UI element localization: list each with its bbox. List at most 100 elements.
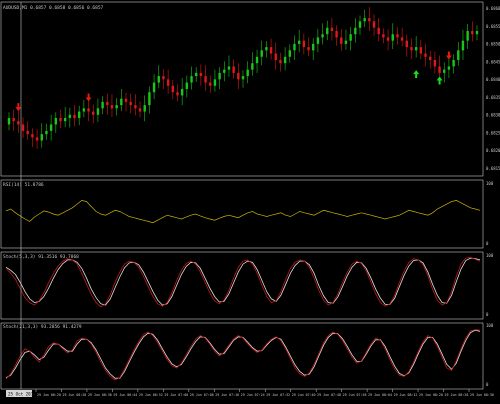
candle-body xyxy=(162,76,165,80)
candle-body xyxy=(457,50,460,60)
candle-body xyxy=(59,118,62,122)
time-label: 29 Jun 07:40 xyxy=(292,393,316,397)
candle-body xyxy=(279,60,282,64)
candle-body xyxy=(326,27,329,35)
candle-body xyxy=(199,72,203,77)
candle-body xyxy=(73,114,76,118)
time-label: 29 Jun 07:00 xyxy=(164,393,188,397)
candle-body xyxy=(7,118,11,125)
candle-body xyxy=(396,34,399,38)
candle-body xyxy=(218,72,221,80)
time-label: 29 Jun 08:20 xyxy=(419,393,443,397)
sell-arrow-icon xyxy=(445,51,452,60)
candle-body xyxy=(209,82,212,86)
candle-body xyxy=(410,47,413,51)
time-label: 29 Jun 07:48 xyxy=(317,393,341,397)
sell-arrow-icon xyxy=(85,93,92,102)
candle-body xyxy=(157,76,160,83)
candle-body xyxy=(152,82,156,93)
candle-body xyxy=(166,79,170,86)
time-label: 29 Jun 06:52 xyxy=(139,393,163,397)
price-label: 0.6825 xyxy=(486,130,500,135)
price-label: 0.6845 xyxy=(486,59,500,64)
buy-arrow-icon xyxy=(436,76,443,85)
candle-body xyxy=(45,130,48,135)
time-label: 29 Jun 06:36 xyxy=(88,393,112,397)
candle-body xyxy=(143,105,146,112)
candle-body xyxy=(260,50,263,57)
candle-body xyxy=(227,66,231,70)
sell-arrow-icon xyxy=(15,103,22,112)
candle-body xyxy=(49,124,53,131)
candle-body xyxy=(438,66,441,73)
candle-body xyxy=(358,21,362,28)
time-label: 29 Jun 06:28 xyxy=(62,393,86,397)
stoch1-signal-line xyxy=(5,257,481,306)
candle-body xyxy=(223,69,226,73)
candle-body xyxy=(452,60,455,67)
stochastic-slow-panel[interactable]: Stoch(21,3,3) 93.2856 91.4279 100 0 xyxy=(3,323,494,387)
stochastic-fast-panel[interactable]: Stoch(5,3,3) 91.3516 93.7868 100 0 xyxy=(3,253,494,317)
candle-body xyxy=(265,47,268,51)
candle-body xyxy=(213,79,217,86)
candle-body xyxy=(124,98,128,102)
candle-body xyxy=(424,53,427,57)
candle-body xyxy=(368,18,371,22)
candle-body xyxy=(232,66,235,73)
candle-body xyxy=(115,105,118,109)
candle-body xyxy=(297,40,301,44)
price-label: 0.6820 xyxy=(486,148,500,153)
candle-body xyxy=(443,69,446,73)
price-scale[interactable]: 0.6860 0.6855 0.6850 0.6845 0.6840 0.6835 0.68… xyxy=(486,6,500,171)
candle-body xyxy=(31,134,34,138)
rsi-panel[interactable]: RSI(14) 51.8786 100 0 xyxy=(3,181,494,246)
candle-body xyxy=(405,40,408,48)
candle-body xyxy=(12,118,15,122)
candle-body xyxy=(344,40,348,44)
candle-body xyxy=(377,27,380,35)
candle-body xyxy=(293,43,296,51)
candle-body xyxy=(419,47,423,54)
candle-body xyxy=(433,60,437,67)
time-label: 29 Jun 06:20 xyxy=(37,393,61,397)
candle-body xyxy=(429,56,432,60)
price-panel[interactable]: AUDUSD,M1 0.6857 0.6858 0.6856 0.6857 0.… xyxy=(3,5,500,171)
candle-body xyxy=(321,34,324,38)
current-time-badge-label: 25 Oct 2019 xyxy=(8,392,36,397)
price-label: 0.6850 xyxy=(486,42,500,47)
candle-body xyxy=(269,47,273,54)
candle-body xyxy=(129,101,132,106)
candle-body xyxy=(246,69,249,77)
candle-body xyxy=(316,37,320,44)
candle-body xyxy=(340,37,343,44)
candle-body xyxy=(255,56,259,64)
candle-body xyxy=(461,40,465,51)
candle-body xyxy=(106,101,109,106)
main-panel-frame xyxy=(0,1,484,177)
time-label: 29 Jun 08:28 xyxy=(445,393,469,397)
time-label: 29 Jun 06:44 xyxy=(113,393,137,397)
rsi-level-top: 100 xyxy=(486,181,494,186)
time-axis[interactable]: 25 Oct 2019 29 Jun 06:20 29 Jun 06:28 29 J… xyxy=(6,389,494,397)
candle-body xyxy=(195,72,198,77)
candle-body xyxy=(283,56,287,64)
candle-body xyxy=(349,34,352,41)
st2-panel-frame xyxy=(0,322,484,390)
stoch1-level-bottom: 0 xyxy=(486,312,489,317)
candle-body xyxy=(87,108,90,112)
time-label: 29 Jun 07:16 xyxy=(215,393,239,397)
candle-body xyxy=(68,114,72,118)
trading-chart-window[interactable]: AUDUSD,M1 0.6857 0.6858 0.6856 0.6857 0.… xyxy=(0,0,500,400)
time-label: 29 Jun 07:56 xyxy=(343,393,367,397)
candle-body xyxy=(21,124,25,131)
candle-body xyxy=(386,37,390,41)
rsi-line xyxy=(5,200,481,224)
candle-body xyxy=(180,89,184,96)
candle-body xyxy=(307,47,310,51)
chart-canvas[interactable]: AUDUSD,M1 0.6857 0.6858 0.6856 0.6857 0.… xyxy=(0,0,500,400)
candle-body xyxy=(372,21,376,28)
rsi-level-bottom: 0 xyxy=(486,241,489,246)
candle-body xyxy=(330,27,334,31)
stoch1-level-top: 100 xyxy=(486,253,494,258)
candle-body xyxy=(400,37,404,41)
